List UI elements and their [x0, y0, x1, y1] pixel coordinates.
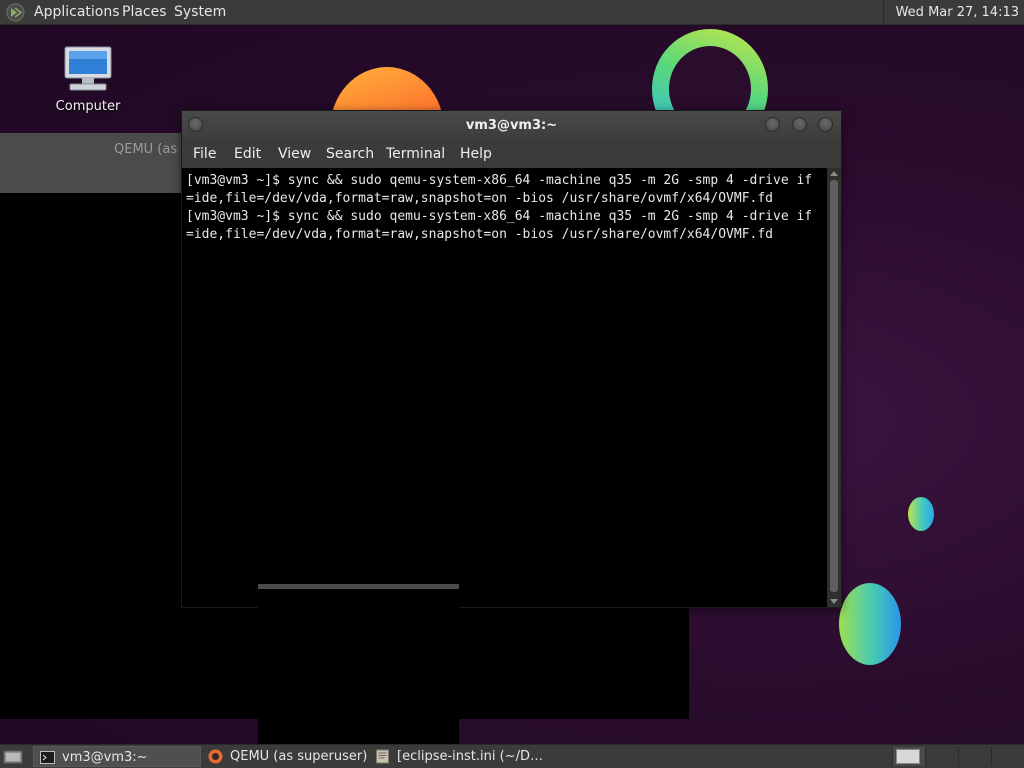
popup-window-titlebar[interactable] — [258, 584, 459, 589]
menu-view[interactable]: View — [278, 140, 311, 168]
menu-terminal[interactable]: Terminal — [386, 140, 445, 168]
scrollbar-thumb[interactable] — [830, 180, 838, 592]
show-desktop-icon[interactable] — [3, 749, 23, 765]
scroll-up-icon[interactable] — [830, 171, 838, 176]
popup-window[interactable] — [258, 584, 459, 744]
terminal-title: vm3@vm3:~ — [465, 118, 558, 133]
mate-logo-icon[interactable] — [6, 3, 25, 22]
close-button[interactable] — [818, 117, 833, 132]
text-editor-icon — [376, 749, 389, 764]
wallpaper-small-dot — [908, 497, 934, 531]
system-menu[interactable]: System — [174, 0, 226, 25]
terminal-menubar: File Edit View Search Terminal Help — [182, 140, 841, 168]
scroll-down-icon[interactable] — [830, 599, 838, 604]
window-thumbnail-icon — [896, 749, 920, 764]
workspace-2[interactable] — [925, 747, 958, 766]
qemu-icon — [208, 749, 223, 764]
bottom-taskbar: vm3@vm3:~ QEMU (as superuser) [eclipse-i… — [0, 744, 1024, 768]
terminal-scrollbar[interactable] — [827, 168, 841, 607]
terminal-window[interactable]: vm3@vm3:~ File Edit View Search Terminal… — [182, 111, 841, 607]
terminal-line: =ide,file=/dev/vda,format=raw,snapshot=o… — [186, 227, 773, 242]
taskbar-item-label: vm3@vm3:~ — [62, 750, 148, 765]
terminal-titlebar[interactable]: vm3@vm3:~ — [182, 111, 841, 140]
desktop-icon-computer[interactable]: Computer — [48, 45, 128, 114]
terminal-line: [vm3@vm3 ~]$ sync && sudo qemu-system-x8… — [186, 209, 813, 224]
menu-search[interactable]: Search — [326, 140, 374, 168]
qemu-window-title: QEMU (as s — [114, 142, 189, 157]
taskbar-item-terminal[interactable]: vm3@vm3:~ — [33, 746, 201, 767]
taskbar-item-editor[interactable]: [eclipse-inst.ini (~/D… — [369, 746, 569, 767]
wallpaper-large-dot — [839, 583, 901, 665]
menu-file[interactable]: File — [193, 140, 216, 168]
terminal-icon — [40, 751, 55, 764]
clock[interactable]: Wed Mar 27, 14:13 — [882, 0, 1024, 25]
desktop-icon-label: Computer — [55, 99, 121, 114]
terminal-line: [vm3@vm3 ~]$ sync && sudo qemu-system-x8… — [186, 173, 813, 188]
minimize-button[interactable] — [765, 117, 780, 132]
taskbar-item-qemu[interactable]: QEMU (as superuser) — [202, 746, 367, 767]
maximize-button[interactable] — [792, 117, 807, 132]
computer-icon — [64, 46, 112, 91]
taskbar-item-label: [eclipse-inst.ini (~/D… — [397, 749, 543, 764]
terminal-line: =ide,file=/dev/vda,format=raw,snapshot=o… — [186, 191, 773, 206]
menu-edit[interactable]: Edit — [234, 140, 261, 168]
workspace-3[interactable] — [958, 747, 991, 766]
places-menu[interactable]: Places — [122, 0, 167, 25]
menu-help[interactable]: Help — [460, 140, 492, 168]
terminal-output[interactable]: [vm3@vm3 ~]$ sync && sudo qemu-system-x8… — [182, 168, 826, 605]
applications-menu[interactable]: Applications — [34, 0, 120, 25]
workspace-4[interactable] — [991, 747, 1024, 766]
top-panel: Applications Places System Wed Mar 27, 1… — [0, 0, 1024, 25]
workspace-1[interactable] — [892, 747, 925, 766]
taskbar-item-label: QEMU (as superuser) — [230, 749, 368, 764]
